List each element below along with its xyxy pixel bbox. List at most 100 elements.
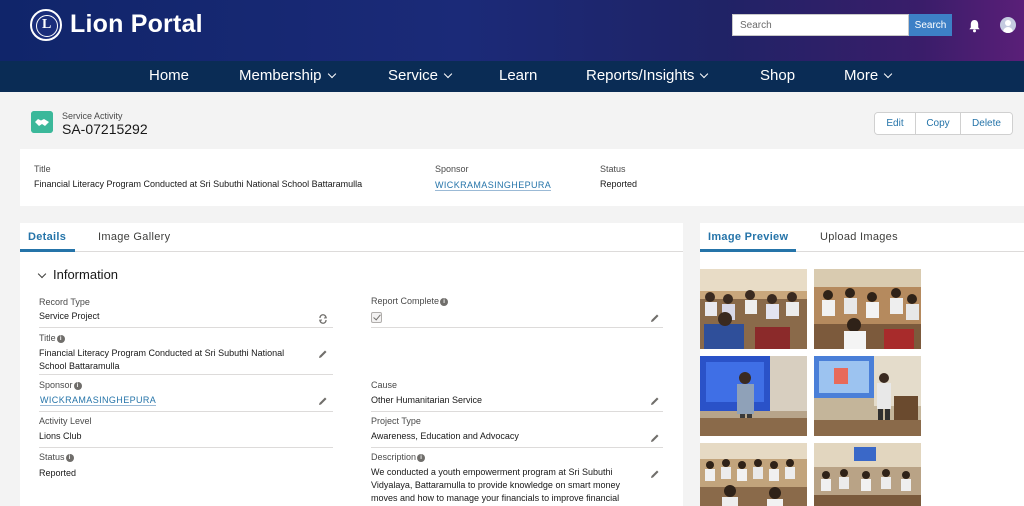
details-tabs: Details Image Gallery [20,223,683,252]
nav-more[interactable]: More [844,67,893,84]
gallery-image[interactable] [700,356,807,436]
status-field-label-text: Status [39,452,65,462]
field-divider [39,327,333,328]
record-header: Service Activity SA-07215292 Edit Copy D… [20,104,1013,144]
nav-learn[interactable]: Learn [499,67,537,84]
chevron-down-icon[interactable] [37,269,47,279]
chevron-down-icon [327,69,336,79]
gallery-image[interactable] [700,269,807,349]
highlight-title-label: Title [34,164,51,174]
details-card: Details Image Gallery Information Record… [20,223,683,506]
title-field-label: Title i [39,333,65,343]
brand-title[interactable]: Lion Portal [70,10,203,39]
activity-level-field-value: Lions Club [39,431,82,441]
highlights-panel: Title Financial Literacy Program Conduct… [20,149,1024,206]
tab-details[interactable]: Details [28,231,66,243]
tab-upload-images[interactable]: Upload Images [820,231,898,243]
bell-icon[interactable] [968,19,981,33]
highlight-status-value: Reported [600,179,638,189]
nav-shop[interactable]: Shop [760,67,795,84]
lions-logo[interactable] [30,9,62,41]
status-field-value: Reported [39,468,77,478]
highlight-title-value: Financial Literacy Program Conducted at … [34,179,363,189]
nav-membership-label: Membership [239,67,322,84]
gallery-image[interactable] [814,443,921,506]
search-input[interactable] [732,14,909,36]
record-name: SA-07215292 [62,121,148,137]
pencil-icon[interactable] [650,396,660,406]
active-tab-indicator [20,249,75,252]
record-actions: Edit Copy Delete [874,112,1013,135]
tab-image-gallery[interactable]: Image Gallery [98,231,170,243]
delete-button[interactable]: Delete [960,113,1012,134]
change-record-type-icon[interactable] [318,314,328,324]
title-field-label-text: Title [39,333,56,343]
gallery-image[interactable] [700,443,807,506]
highlight-status-label: Status [600,164,626,174]
info-icon[interactable]: i [73,382,82,390]
gallery-image[interactable] [814,356,921,436]
report-complete-field-label: Report Complete i [371,296,449,306]
cause-field-label: Cause [371,380,398,390]
image-preview-card: Image Preview Upload Images [700,223,1024,506]
description-field-value: We conducted a youth empowerment program… [371,467,620,503]
record-type-field-label: Record Type [39,297,90,307]
section-title[interactable]: Information [53,267,118,282]
info-icon[interactable]: i [417,454,426,462]
project-type-field-value: Awareness, Education and Advocacy [371,431,519,441]
search-button[interactable]: Search [909,14,952,36]
field-divider [371,447,663,448]
copy-button[interactable]: Copy [915,113,960,134]
pencil-icon[interactable] [318,396,328,406]
chevron-down-icon [883,69,893,79]
title-field-value: Financial Literacy Program Conducted at … [39,348,285,371]
info-icon[interactable]: i [65,454,74,462]
activity-level-field-label: Activity Level [39,416,92,426]
record-type-field-value: Service Project [39,311,100,321]
field-divider [371,411,663,412]
report-complete-checkbox [371,312,382,323]
active-tab-indicator [700,249,796,252]
nav-home[interactable]: Home [149,67,189,84]
highlight-sponsor-link[interactable]: WICKRAMASINGHEPURA [435,180,552,191]
report-complete-field-label-text: Report Complete [371,296,440,306]
nav-shop-label: Shop [760,67,796,84]
sponsor-field-label-text: Sponsor [39,380,73,390]
pencil-icon[interactable] [650,433,660,443]
record-type-label: Service Activity [62,111,123,121]
highlight-sponsor-label: Sponsor [435,164,469,174]
sponsor-field-link[interactable]: WICKRAMASINGHEPURA [40,395,157,406]
nav-service[interactable]: Service [388,67,453,84]
status-field-label: Status i [39,452,74,462]
description-field-label-text: Description [371,452,417,462]
nav-home-label: Home [149,67,190,84]
chevron-down-icon [443,69,453,79]
tab-image-preview[interactable]: Image Preview [708,231,788,243]
field-divider [39,447,333,448]
edit-button[interactable]: Edit [875,113,915,134]
pencil-icon[interactable] [318,349,328,359]
chevron-down-icon [700,69,709,79]
field-divider [39,374,333,375]
description-field-label: Description i [371,452,426,462]
pencil-icon[interactable] [650,469,660,479]
field-divider [371,327,663,328]
pencil-icon[interactable] [650,313,660,323]
nav-reports[interactable]: Reports/Insights [586,67,709,84]
sponsor-field-label: Sponsor i [39,380,82,390]
nav-reports-label: Reports/Insights [586,67,695,84]
info-icon[interactable]: i [56,335,65,343]
cause-field-value: Other Humanitarian Service [371,395,483,405]
image-tabs: Image Preview Upload Images [700,223,1024,252]
gallery-image[interactable] [814,269,921,349]
nav-membership[interactable]: Membership [239,67,336,84]
main-nav: Home Membership Service Learn Reports/In… [0,61,1024,92]
top-bar: Lion Portal Search [0,0,1024,61]
project-type-field-label: Project Type [371,416,421,426]
nav-service-label: Service [388,67,439,84]
user-avatar-icon[interactable] [1000,17,1016,33]
nav-learn-label: Learn [499,67,538,84]
info-icon[interactable]: i [440,298,449,306]
field-divider [39,411,333,412]
handshake-icon [31,111,53,133]
